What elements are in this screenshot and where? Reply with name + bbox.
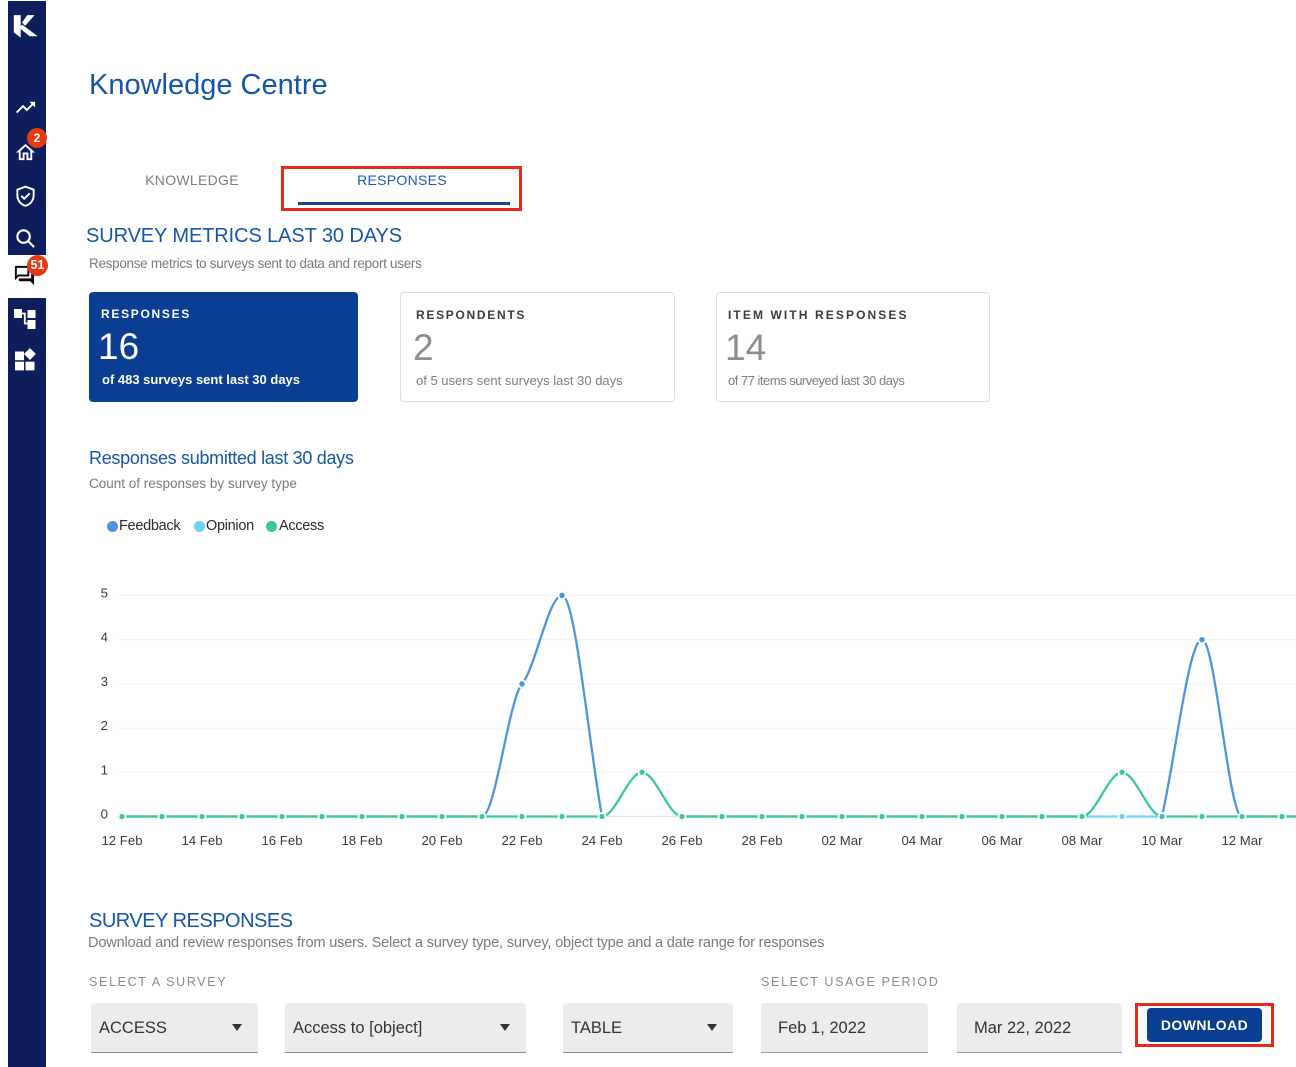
svg-text:18 Feb: 18 Feb <box>341 833 382 848</box>
svg-text:10 Mar: 10 Mar <box>1141 833 1183 848</box>
svg-text:16 Feb: 16 Feb <box>261 833 302 848</box>
svg-text:4: 4 <box>101 630 108 645</box>
svg-text:06 Mar: 06 Mar <box>981 833 1023 848</box>
svg-text:0: 0 <box>101 807 108 822</box>
svg-text:04 Mar: 04 Mar <box>901 833 943 848</box>
svg-text:14 Feb: 14 Feb <box>181 833 222 848</box>
svg-text:02 Mar: 02 Mar <box>821 833 863 848</box>
svg-text:20 Feb: 20 Feb <box>421 833 462 848</box>
svg-text:12 Mar: 12 Mar <box>1221 833 1263 848</box>
svg-text:3: 3 <box>101 674 108 689</box>
svg-text:1: 1 <box>101 762 108 777</box>
svg-text:2: 2 <box>101 718 108 733</box>
svg-text:24 Feb: 24 Feb <box>581 833 622 848</box>
svg-text:12 Feb: 12 Feb <box>101 833 142 848</box>
svg-text:5: 5 <box>101 586 108 601</box>
svg-text:26 Feb: 26 Feb <box>661 833 702 848</box>
svg-text:08 Mar: 08 Mar <box>1061 833 1103 848</box>
svg-text:22 Feb: 22 Feb <box>501 833 542 848</box>
svg-text:28 Feb: 28 Feb <box>741 833 782 848</box>
